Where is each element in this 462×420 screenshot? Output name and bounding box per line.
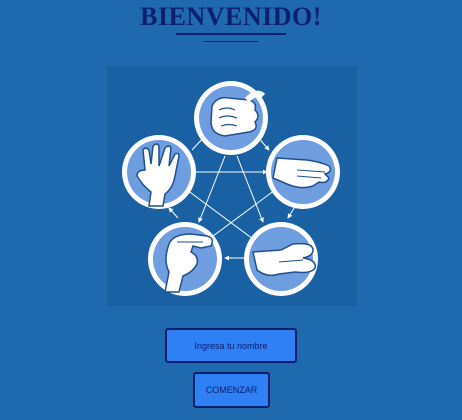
scissors-hand-icon — [244, 222, 318, 296]
page-title: BIENVENIDO! — [140, 2, 322, 31]
rock-hand-icon — [194, 81, 268, 155]
lizard-hand-icon — [148, 222, 222, 296]
name-input[interactable] — [165, 328, 297, 363]
title-underline — [176, 33, 286, 35]
spock-hand-icon — [122, 135, 196, 209]
title-underline-short — [204, 41, 258, 42]
game-diagram — [107, 66, 357, 306]
paper-hand-icon — [266, 135, 340, 209]
start-button[interactable]: COMENZAR — [193, 372, 270, 408]
